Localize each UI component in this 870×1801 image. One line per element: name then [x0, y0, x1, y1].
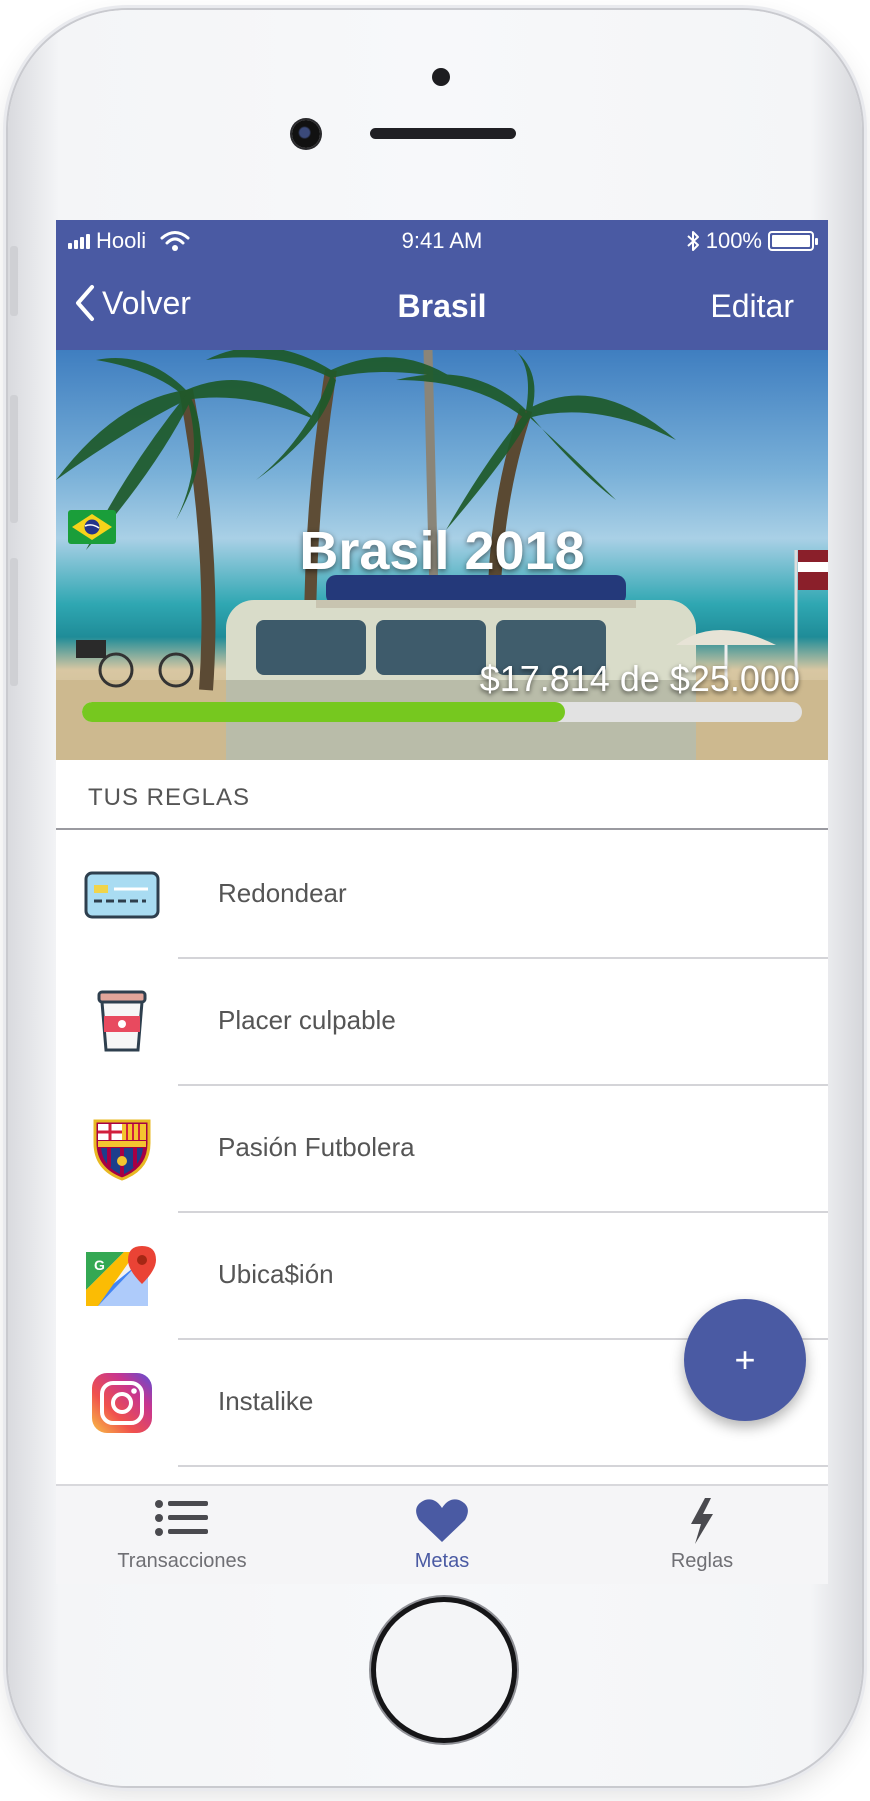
rule-item-redondear[interactable]: Redondear [56, 832, 828, 959]
brazil-flag-icon [68, 510, 116, 544]
coffee-cup-icon [84, 987, 160, 1057]
home-button[interactable] [376, 1602, 512, 1738]
rule-item-placer-culpable[interactable]: Placer culpable [56, 959, 828, 1086]
plus-icon: + [734, 1339, 756, 1380]
screen: Hooli 9:41 AM 100% Volver Brasil Editar … [56, 220, 828, 1584]
goal-title-text: Brasil 2018 [299, 521, 585, 581]
rule-item-pasion-futbolera[interactable]: Pasión Futbolera [56, 1086, 828, 1213]
rule-label: Placer culpable [218, 1005, 396, 1035]
earpiece-speaker [370, 128, 516, 139]
volume-down-button [10, 558, 18, 686]
svg-text:G: G [94, 1257, 105, 1273]
rules-section-header: TUS REGLAS [56, 760, 828, 830]
fc-barcelona-crest-icon [84, 1114, 160, 1184]
bluetooth-icon [687, 231, 699, 251]
goal-progress-fill [82, 702, 565, 722]
heart-icon [416, 1499, 468, 1542]
google-maps-icon: G [84, 1241, 160, 1311]
battery-percentage: 100% [705, 228, 762, 253]
navigation-bar: Volver Brasil Editar [56, 262, 828, 350]
tab-bar: Transacciones Metas Reglas [56, 1484, 828, 1584]
rule-label: Redondear [218, 878, 347, 908]
goal-progress-bar [82, 702, 802, 722]
edit-button[interactable]: Editar [710, 288, 794, 325]
front-camera [292, 120, 320, 148]
goal-title: Brasil 2018 [56, 510, 828, 582]
volume-up-button [10, 395, 18, 523]
tab-label: Metas [414, 1550, 470, 1572]
tab-label: Transacciones [117, 1550, 247, 1572]
rule-label: Instalike [218, 1386, 314, 1416]
add-rule-button[interactable]: + [684, 1299, 806, 1421]
rule-label: Ubica$ión [218, 1259, 334, 1289]
goal-amount: $17.814 de $25.000 [479, 658, 800, 699]
phone-frame: Hooli 9:41 AM 100% Volver Brasil Editar … [8, 10, 862, 1786]
credit-card-icon [84, 860, 160, 930]
battery-icon [768, 231, 818, 251]
rule-label: Pasión Futbolera [218, 1132, 415, 1162]
goal-hero: Brasil 2018 $17.814 de $25.000 [56, 350, 828, 760]
mute-switch [10, 246, 18, 316]
tab-metas[interactable]: Metas [342, 1498, 542, 1573]
lightning-icon [691, 1498, 713, 1544]
list-divider [178, 1465, 828, 1467]
list-icon [155, 1500, 208, 1536]
status-bar: Hooli 9:41 AM 100% [56, 220, 828, 262]
rules-section-title: TUS REGLAS [88, 784, 251, 811]
instagram-icon [84, 1368, 160, 1438]
tab-reglas[interactable]: Reglas [602, 1498, 802, 1573]
tab-transacciones[interactable]: Transacciones [82, 1498, 282, 1573]
tab-label: Reglas [670, 1550, 734, 1572]
proximity-sensor [432, 68, 450, 86]
